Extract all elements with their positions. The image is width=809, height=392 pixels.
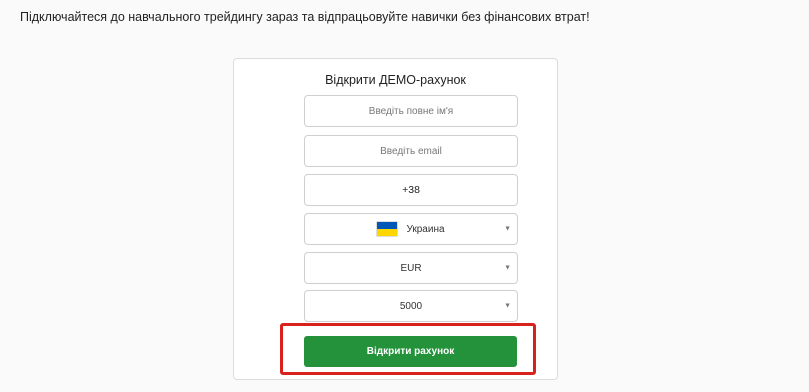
full-name-input[interactable] [305,96,517,126]
phone-field[interactable]: +38 [304,174,518,206]
ukraine-flag-icon [377,222,398,236]
form-title: Відкрити ДЕМО-рахунок [325,73,466,87]
country-selected: Украина [406,223,445,235]
caret-down-icon: ▼ [504,302,511,310]
deposit-select[interactable]: 5000 ▼ [304,290,518,322]
email-input[interactable] [305,136,517,166]
page: Підключайтеся до навчального трейдингу з… [0,0,809,392]
currency-select[interactable]: EUR ▼ [304,252,518,284]
phone-value: +38 [402,184,420,196]
open-account-button[interactable]: Відкрити рахунок [304,336,517,367]
caret-down-icon: ▼ [504,264,511,272]
full-name-field[interactable] [304,95,518,127]
caret-down-icon: ▼ [504,225,511,233]
country-select[interactable]: Украина ▼ [304,213,518,245]
currency-selected: EUR [400,262,422,274]
intro-text: Підключайтеся до навчального трейдингу з… [20,10,590,24]
email-field[interactable] [304,135,518,167]
deposit-selected: 5000 [399,300,423,312]
